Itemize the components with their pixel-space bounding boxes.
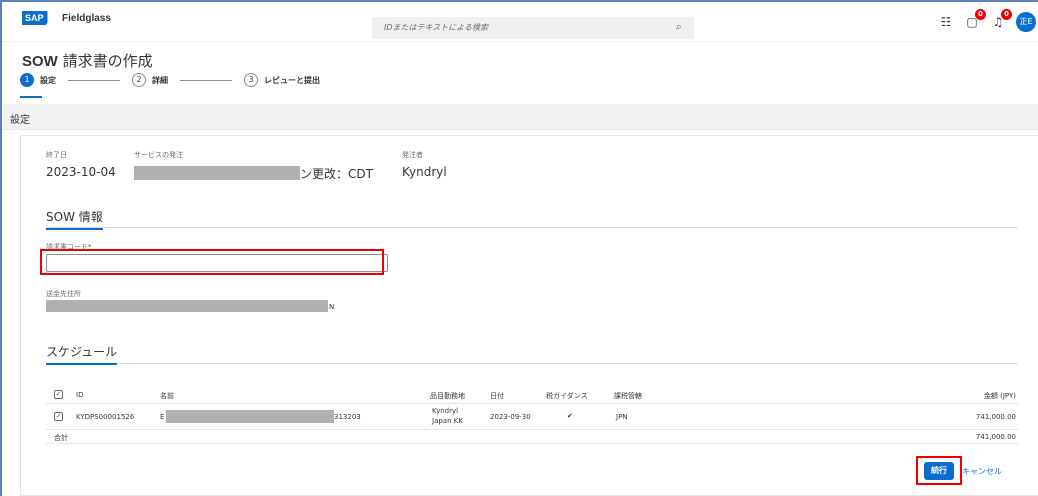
row-checkbox[interactable]: ✓ — [54, 412, 63, 421]
search-icon[interactable]: ⌕ — [676, 20, 682, 34]
row-date: 2023-09-30 — [490, 413, 531, 421]
active-step-indicator — [20, 96, 42, 98]
user-avatar[interactable]: 正E — [1016, 12, 1036, 32]
redacted-block — [46, 300, 328, 312]
notifications-bell-icon[interactable]: ♫ 0 — [990, 9, 1012, 29]
wizard-step-1-label[interactable]: 設定 — [40, 75, 56, 86]
sap-logo-icon: SAP — [22, 11, 56, 25]
wizard-step-3-number[interactable]: 3 — [244, 73, 258, 87]
end-date-value: 2023-10-04 — [46, 165, 116, 179]
row-amount: 741,000.00 — [975, 413, 1016, 421]
notifications-badge: 0 — [1001, 9, 1012, 20]
page-title: SOW 請求書の作成 — [22, 50, 153, 71]
settings-sliders-icon[interactable]: ☷ — [938, 15, 954, 29]
tax-guidance-check-icon: ✔ — [567, 412, 573, 420]
schedule-heading: スケジュール — [46, 343, 118, 365]
wizard-step-1-number[interactable]: 1 — [20, 73, 34, 87]
section-divider — [46, 363, 1018, 364]
wizard-connector — [180, 79, 232, 81]
row-tax-jurisdiction: JPN — [616, 413, 628, 421]
tasks-badge: 0 — [975, 9, 986, 20]
section-divider — [46, 227, 1018, 228]
wizard-step-2-number[interactable]: 2 — [132, 73, 146, 87]
remit-to-label: 送金先住所 — [46, 290, 81, 298]
col-name[interactable]: 名前 — [160, 391, 174, 401]
wizard-steps: 1 設定 2 詳細 3 レビューと提出 — [20, 72, 320, 88]
table-row[interactable]: ✓ KYDPS00001526 E 313203 Kyndryl Japan K… — [46, 404, 1018, 430]
shell-bar: SAP Fieldglass IDまたはテキストによる検索 ⌕ ☷ ▢ 0 ♫ 0 … — [2, 2, 1038, 42]
total-amount: 741,000.00 — [975, 433, 1016, 441]
col-tax-jurisdiction[interactable]: 課税管轄 — [614, 391, 642, 401]
page-title-prefix: SOW — [22, 53, 58, 70]
highlight-box — [40, 249, 384, 275]
col-tax-guidance[interactable]: 税ガイダンス — [546, 391, 588, 401]
row-id: KYDPS00001526 — [76, 413, 135, 421]
select-all-checkbox[interactable]: ✓ — [54, 390, 63, 399]
cancel-button[interactable]: キャンセル — [962, 466, 1002, 477]
col-location[interactable]: 品目勤務地 — [430, 391, 465, 401]
row-name-suffix: 313203 — [334, 413, 361, 421]
highlight-box — [916, 456, 962, 485]
redacted-block — [134, 166, 300, 180]
search-input[interactable]: IDまたはテキストによる検索 ⌕ — [372, 17, 694, 39]
page-title-rest: 請求書の作成 — [57, 52, 153, 70]
wizard-step-2-label[interactable]: 詳細 — [152, 75, 168, 86]
wizard-connector — [68, 79, 120, 81]
row-location-line1: Kyndryl — [432, 407, 459, 415]
remit-to-value: N — [329, 303, 335, 311]
service-order-label: サービスの発注 — [134, 151, 183, 159]
row-name-prefix: E — [160, 413, 165, 421]
table-header-row: ✓ ID 名前 品目勤務地 日付 税ガイダンス 課税管轄 金額 (JPY) — [46, 386, 1018, 404]
app-logo[interactable]: SAP Fieldglass — [22, 11, 111, 25]
end-date-label: 終了日 — [46, 151, 67, 159]
total-label: 合計 — [54, 434, 68, 442]
orderer-label: 発注者 — [402, 151, 423, 159]
service-order-value[interactable]: ン更改：CDT — [300, 165, 373, 182]
redacted-block — [166, 410, 334, 423]
col-id[interactable]: ID — [76, 391, 83, 399]
tasks-icon[interactable]: ▢ 0 — [964, 9, 986, 29]
product-name: Fieldglass — [62, 12, 111, 24]
section-title: 設定 — [10, 115, 30, 126]
table-total-row: 合計 741,000.00 — [46, 430, 1018, 444]
header-actions: ☷ ▢ 0 ♫ 0 正E — [938, 9, 1036, 32]
wizard-step-3-label[interactable]: レビューと提出 — [264, 75, 320, 86]
orderer-value: Kyndryl — [402, 165, 447, 179]
row-location-line2: Japan KK — [432, 417, 463, 425]
col-date[interactable]: 日付 — [490, 391, 504, 401]
search-placeholder: IDまたはテキストによる検索 — [384, 23, 489, 32]
col-amount[interactable]: 金額 (JPY) — [984, 391, 1016, 401]
section-bar: 設定 — [2, 104, 1038, 130]
sow-info-heading: SOW 情報 — [46, 208, 103, 230]
